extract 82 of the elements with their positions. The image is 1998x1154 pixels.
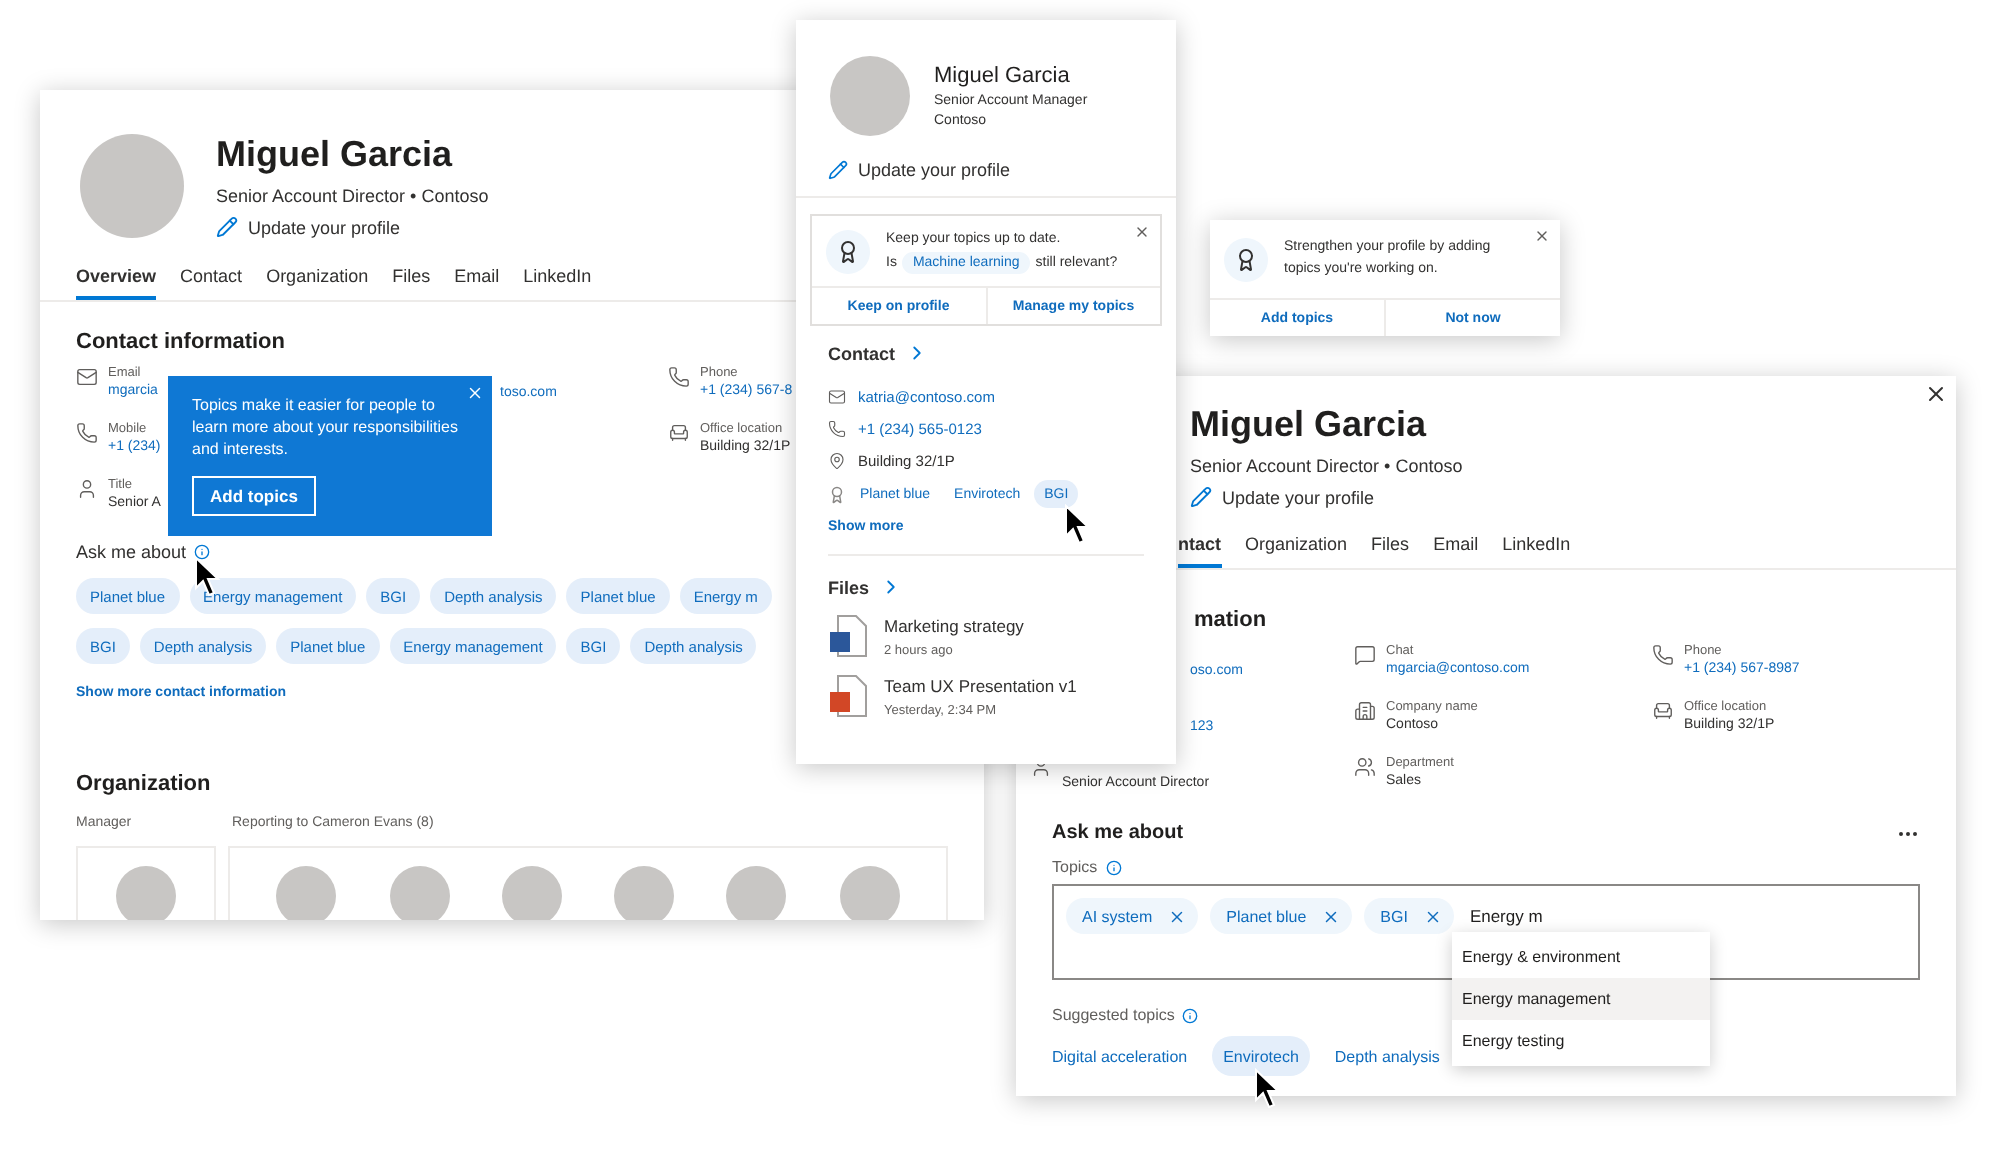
suggested-topic[interactable]: Envirotech <box>1211 1036 1311 1076</box>
award-icon <box>828 485 846 503</box>
building-icon <box>1354 700 1376 722</box>
phone-icon <box>1652 644 1674 666</box>
topic-text-input[interactable]: Energy m <box>1465 898 1906 934</box>
dropdown-option[interactable]: Energy & environment <box>1452 936 1710 978</box>
chair-icon <box>668 422 690 444</box>
info-icon <box>1105 859 1122 875</box>
dropdown-option[interactable]: Energy management <box>1452 978 1710 1020</box>
profile-tab[interactable]: Contact <box>180 266 243 300</box>
section-heading: Ask me about <box>1052 822 1184 844</box>
profile-name: Miguel Garcia <box>934 64 1072 88</box>
file-name[interactable]: Marketing strategy <box>884 615 1024 635</box>
people-icon <box>1354 756 1376 778</box>
files-heading-link[interactable]: Files <box>828 576 1144 598</box>
profile-tab[interactable]: Organization <box>266 266 369 300</box>
avatar-placeholder <box>389 866 449 920</box>
word-document-icon <box>828 614 868 658</box>
topic-label: Planet blue <box>1226 907 1307 925</box>
remove-icon[interactable] <box>1322 907 1341 925</box>
avatar-placeholder <box>80 134 184 238</box>
contact-heading-link[interactable]: Contact <box>828 342 1144 364</box>
pencil-icon <box>828 160 848 180</box>
close-button[interactable] <box>1924 382 1948 406</box>
dropdown-option[interactable]: Energy testing <box>1452 1020 1710 1062</box>
mail-icon <box>76 366 98 388</box>
section-heading: mation <box>1194 608 1267 632</box>
pencil-icon <box>216 216 238 238</box>
award-icon <box>826 230 870 274</box>
chat-icon <box>1354 644 1376 666</box>
topic-label: AI system <box>1082 907 1153 925</box>
avatar-placeholder <box>614 866 675 920</box>
chair-icon <box>1652 700 1674 722</box>
close-button[interactable] <box>1534 228 1550 244</box>
avatar-placeholder <box>726 866 787 920</box>
avatar-placeholder <box>839 866 900 920</box>
remove-icon[interactable] <box>1423 907 1442 925</box>
profile-tab[interactable]: Overview <box>76 266 157 300</box>
update-profile-link[interactable]: Update your profile <box>1190 486 1463 508</box>
close-button[interactable] <box>1134 224 1150 240</box>
callout-text: Topics make it easier for people to learn more about your responsibilities and interests. <box>192 396 460 461</box>
phone-icon <box>828 419 846 437</box>
topic-label: BGI <box>1380 907 1408 925</box>
profile-tab[interactable]: LinkedIn <box>523 266 592 300</box>
person-icon <box>76 478 98 500</box>
phone-icon <box>668 366 690 388</box>
presentation-file-icon <box>828 674 868 718</box>
avatar-placeholder <box>501 866 562 920</box>
profile-subtitle: Senior Account Director • Contoso <box>1190 456 1463 476</box>
avatar-placeholder <box>830 56 910 136</box>
profile-tab[interactable]: Organization <box>1245 534 1348 568</box>
update-profile-link[interactable]: Update your profile <box>828 160 1144 180</box>
avatar-placeholder <box>116 866 176 920</box>
award-icon <box>1224 238 1268 282</box>
phone-icon <box>76 422 98 444</box>
file-name[interactable]: Team UX Presentation v1 <box>884 675 1077 695</box>
profile-name: Miguel Garcia <box>216 134 455 176</box>
profile-tab[interactable]: Email <box>1433 534 1479 568</box>
update-profile-link[interactable]: Update your profile <box>216 216 489 238</box>
profile-name: Miguel Garcia <box>1190 404 1429 446</box>
profile-subtitle: Senior Account Director • Contoso <box>216 186 489 206</box>
profile-tab[interactable]: Files <box>1371 534 1410 568</box>
avatar-placeholder <box>276 866 337 920</box>
suggested-topics-label: Suggested topics <box>1052 1006 1175 1024</box>
profile-tab[interactable]: ntact <box>1178 534 1222 568</box>
info-icon <box>194 544 211 560</box>
profile-tab[interactable]: Email <box>454 266 500 300</box>
mail-icon <box>828 387 846 405</box>
ask-me-about-label: Ask me about <box>76 542 187 562</box>
topics-label: Topics <box>1052 858 1098 876</box>
info-icon <box>1182 1007 1199 1023</box>
suggested-topic[interactable]: Digital acceleration <box>1040 1036 1200 1076</box>
suggested-topic[interactable]: Depth analysis <box>1322 1036 1452 1076</box>
map-pin-icon <box>828 451 846 469</box>
profile-tab[interactable]: LinkedIn <box>1502 534 1571 568</box>
profile-tab[interactable]: Files <box>392 266 431 300</box>
pencil-icon <box>1190 486 1212 508</box>
section-heading: Organization <box>76 772 211 796</box>
cursor-icon <box>1064 504 1092 546</box>
section-heading: Contact information <box>76 330 285 354</box>
remove-icon[interactable] <box>1168 907 1187 925</box>
add-topics-button[interactable]: Add topics <box>192 476 316 517</box>
